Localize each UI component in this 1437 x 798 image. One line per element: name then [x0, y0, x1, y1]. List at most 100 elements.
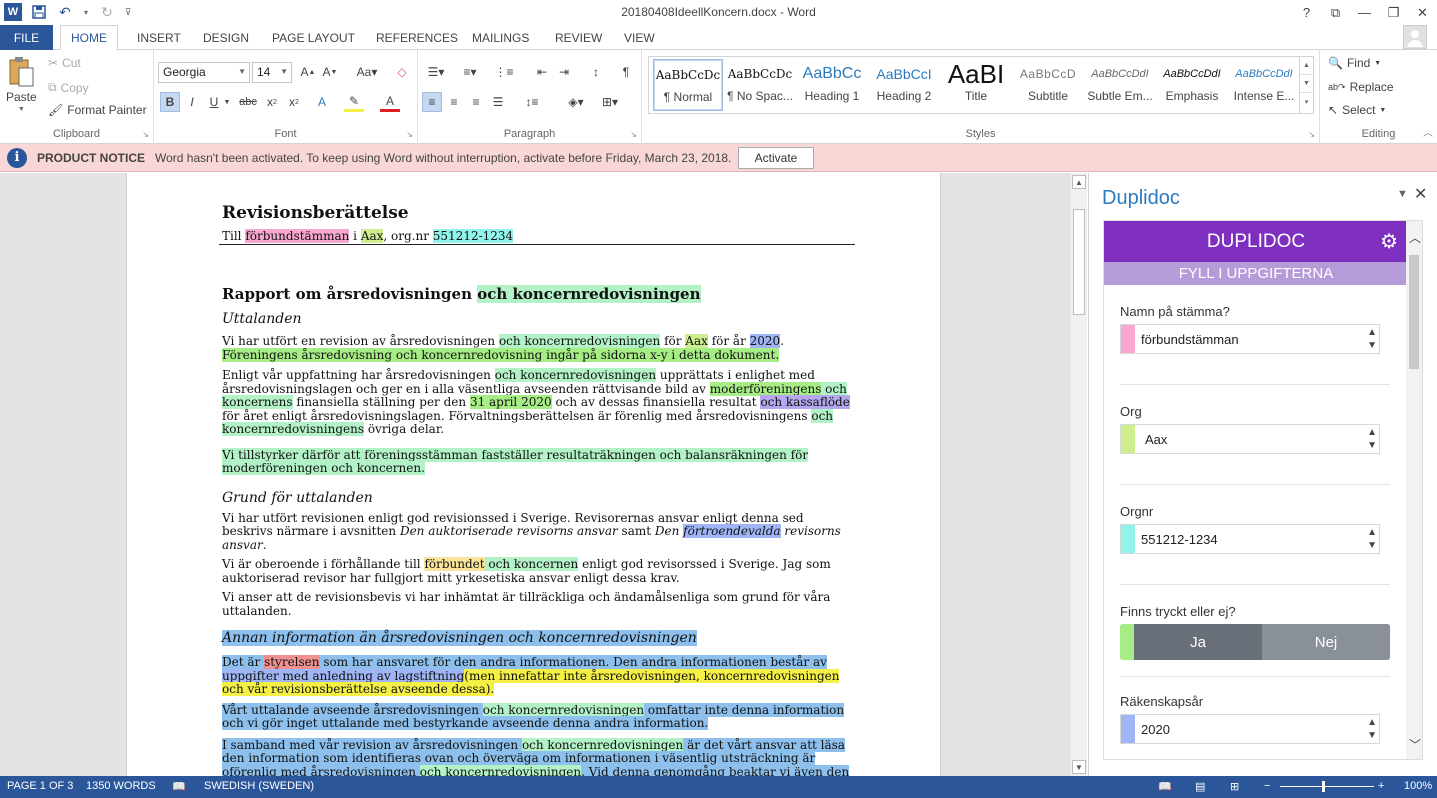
pane-options-icon[interactable]: ▼ [1397, 188, 1408, 200]
style-emphasis[interactable]: AaBbCcDdI Emphasis [1157, 59, 1227, 111]
org-input[interactable]: Aax ▲ ▼ [1120, 424, 1380, 454]
language[interactable]: SWEDISH (SWEDEN) [204, 780, 314, 792]
close-button[interactable]: ✕ [1408, 0, 1437, 25]
stepper-icon[interactable]: ▲ ▼ [1367, 326, 1377, 352]
borders-icon[interactable]: ⊞▾ [596, 92, 624, 112]
document-page[interactable]: Revisionsberättelse Till förbundstämman … [126, 173, 941, 776]
cut-button[interactable]: ✂ Cut [48, 56, 81, 70]
style-no-spacing[interactable]: AaBbCcDc ¶ No Spac... [725, 59, 795, 111]
italic-icon[interactable]: I [182, 92, 202, 112]
activate-button[interactable]: Activate [738, 147, 814, 169]
minimize-button[interactable]: — [1350, 0, 1379, 25]
style-subtitle[interactable]: AaBbCcD Subtitle [1013, 59, 1083, 111]
shading-icon[interactable]: ◈▾ [562, 92, 590, 112]
font-family-select[interactable]: Georgia ▼ [158, 62, 250, 83]
maximize-button[interactable]: ❐ [1379, 0, 1408, 25]
chevron-up-icon[interactable]: ︿ [1409, 229, 1421, 246]
copy-button[interactable]: ⧉ Copy [48, 80, 89, 95]
tab-view[interactable]: VIEW [624, 25, 655, 50]
ribbon-display-options-button[interactable]: ⧉ [1321, 0, 1350, 25]
tab-page-layout[interactable]: PAGE LAYOUT [272, 25, 355, 50]
decrease-indent-icon[interactable]: ⇤ [532, 62, 552, 82]
text-effects-icon[interactable]: A [312, 92, 332, 112]
underline-dropdown-icon[interactable]: ▼ [222, 92, 232, 112]
strikethrough-icon[interactable]: abc [238, 92, 258, 112]
clear-formatting-icon[interactable]: ◇ [392, 62, 412, 82]
zoom-level[interactable]: 100% [1404, 780, 1432, 792]
show-formatting-icon[interactable]: ¶ [616, 62, 636, 82]
align-right-icon[interactable]: ≡ [466, 92, 486, 112]
chevron-down-icon[interactable]: ﹀ [1409, 736, 1421, 753]
style-subtle-emphasis[interactable]: AaBbCcDdI Subtle Em... [1085, 59, 1155, 111]
styles-launcher-icon[interactable]: ↘ [1308, 130, 1315, 139]
tab-file[interactable]: FILE [0, 25, 53, 50]
document-scrollbar[interactable]: ▲ ▼ [1069, 173, 1087, 776]
font-launcher-icon[interactable]: ↘ [406, 130, 413, 139]
zoom-out-icon[interactable]: − [1264, 780, 1270, 792]
help-button[interactable]: ? [1292, 0, 1321, 25]
underline-icon[interactable]: U [204, 92, 224, 112]
read-mode-icon[interactable]: 📖 [1158, 780, 1172, 793]
style-title[interactable]: AaBI Title [941, 59, 1011, 111]
align-left-icon[interactable]: ≡ [422, 92, 442, 112]
paragraph-launcher-icon[interactable]: ↘ [630, 130, 637, 139]
addin-scrollbar[interactable]: ︿ ﹀ [1406, 221, 1422, 759]
sort-icon[interactable]: ↕ [586, 62, 606, 82]
replace-button[interactable]: ab↷ Replace [1328, 80, 1394, 94]
tab-home[interactable]: HOME [60, 25, 118, 51]
line-spacing-icon[interactable]: ↕≡ [518, 92, 546, 112]
style-intense-emphasis[interactable]: AaBbCcDdI Intense E... [1229, 59, 1299, 111]
highlight-color-icon[interactable]: ✎ [344, 92, 364, 112]
tab-insert[interactable]: INSERT [137, 25, 181, 50]
superscript-icon[interactable]: x2 [284, 92, 304, 112]
page-count[interactable]: PAGE 1 OF 3 [7, 780, 73, 792]
gallery-down-icon[interactable]: ▼ [1300, 75, 1313, 93]
bold-icon[interactable]: B [160, 92, 180, 112]
tryckt-toggle[interactable]: Ja Nej [1120, 624, 1390, 660]
tab-review[interactable]: REVIEW [555, 25, 602, 50]
toggle-no-button[interactable]: Nej [1262, 624, 1390, 660]
tab-mailings[interactable]: MAILINGS [472, 25, 529, 50]
style-heading-1[interactable]: AaBbCc Heading 1 [797, 59, 867, 111]
toggle-yes-button[interactable]: Ja [1134, 624, 1262, 660]
word-count[interactable]: 1350 WORDS [86, 780, 156, 792]
gallery-up-icon[interactable]: ▲ [1300, 57, 1313, 75]
collapse-ribbon-icon[interactable]: ︿ [1423, 124, 1433, 139]
change-case-icon[interactable]: Aa▾ [352, 62, 382, 82]
gear-icon[interactable]: ⚙ [1380, 229, 1398, 254]
font-size-select[interactable]: 14 ▼ [252, 62, 292, 83]
font-color-icon[interactable]: A [380, 92, 400, 112]
style-normal[interactable]: AaBbCcDc ¶ Normal [653, 59, 723, 111]
shrink-font-icon[interactable]: A ▼ [320, 62, 340, 82]
paste-button[interactable]: Paste ▼ [6, 56, 37, 113]
format-painter-button[interactable]: 🖌 Format Painter [48, 103, 147, 117]
zoom-slider[interactable] [1280, 786, 1374, 787]
gallery-more-icon[interactable]: ▾ [1300, 93, 1313, 111]
justify-icon[interactable]: ☰ [488, 92, 508, 112]
print-layout-icon[interactable]: ▤ [1195, 780, 1205, 793]
orgnr-input[interactable]: 551212-1234 ▲ ▼ [1120, 524, 1380, 554]
select-button[interactable]: ↖ Select ▼ [1328, 103, 1386, 117]
document-body[interactable]: Revisionsberättelse Till förbundstämman … [219, 203, 855, 776]
stepper-icon[interactable]: ▲ ▼ [1367, 526, 1377, 552]
clipboard-launcher-icon[interactable]: ↘ [142, 130, 149, 139]
multilevel-list-icon[interactable]: ⋮≡ [490, 62, 518, 82]
web-layout-icon[interactable]: ⊞ [1230, 780, 1239, 793]
stepper-icon[interactable]: ▲ ▼ [1367, 716, 1377, 742]
namn-stamma-input[interactable]: förbundstämman ▲ ▼ [1120, 324, 1380, 354]
grow-font-icon[interactable]: A ▲ [298, 62, 318, 82]
proofing-icon[interactable]: 📖 [172, 780, 186, 793]
find-button[interactable]: 🔍 Find ▼ [1328, 56, 1381, 70]
zoom-slider-thumb[interactable] [1322, 781, 1325, 792]
user-avatar-icon[interactable] [1403, 25, 1427, 49]
align-center-icon[interactable]: ≡ [444, 92, 464, 112]
pane-close-icon[interactable]: ✕ [1414, 184, 1427, 204]
zoom-in-icon[interactable]: + [1378, 780, 1384, 792]
style-heading-2[interactable]: AaBbCcI Heading 2 [869, 59, 939, 111]
stepper-icon[interactable]: ▲ ▼ [1367, 426, 1377, 452]
increase-indent-icon[interactable]: ⇥ [554, 62, 574, 82]
addin-scroll-thumb[interactable] [1409, 255, 1419, 369]
numbering-icon[interactable]: ≡▾ [456, 62, 484, 82]
bullets-icon[interactable]: ☰▾ [422, 62, 450, 82]
scroll-thumb[interactable] [1073, 209, 1085, 315]
